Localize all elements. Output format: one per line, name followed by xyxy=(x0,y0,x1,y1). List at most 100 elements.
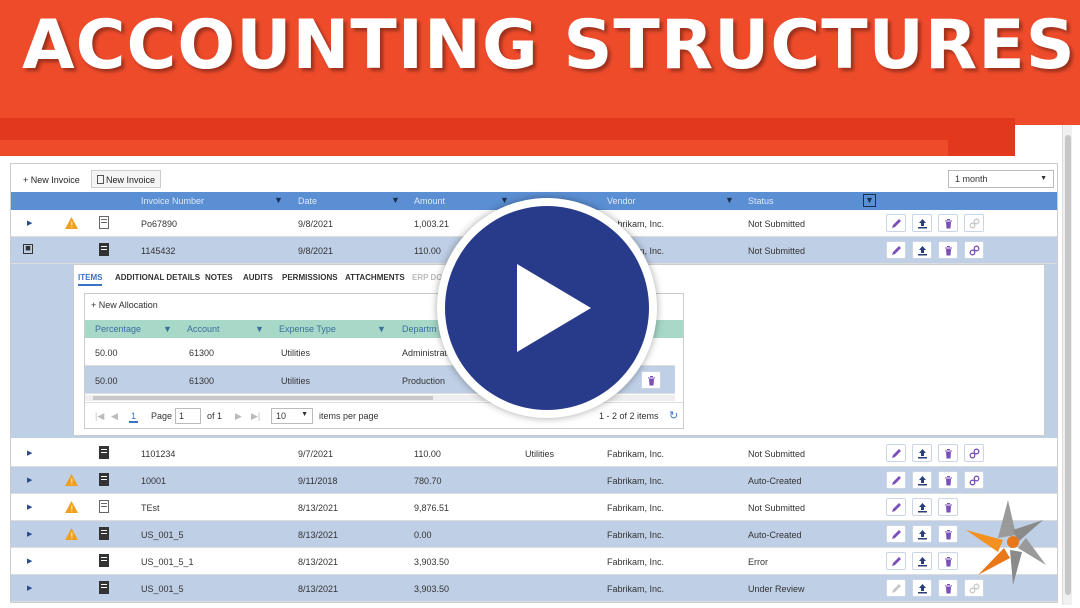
table-row[interactable]: ▶ ! TEst 8/13/2021 9,876.51 Fabrikam, In… xyxy=(11,494,1057,521)
submit-button[interactable] xyxy=(912,471,932,489)
page-label: Page xyxy=(151,411,173,421)
collapse-icon[interactable]: ◼ xyxy=(23,244,33,254)
delete-button[interactable] xyxy=(938,552,958,570)
banner-title: ACCOUNTING STRUCTURES xyxy=(22,6,1076,85)
expand-arrow-icon[interactable]: ▶ xyxy=(27,530,32,538)
edit-button[interactable] xyxy=(886,214,906,232)
link-button[interactable] xyxy=(964,444,984,462)
trash-icon xyxy=(945,449,952,459)
submit-button[interactable] xyxy=(912,552,932,570)
delete-button[interactable] xyxy=(938,471,958,489)
svg-text:!: ! xyxy=(70,221,73,230)
new-invoice-label: New Invoice xyxy=(106,175,156,185)
column-account[interactable]: Account xyxy=(187,324,220,334)
delete-button[interactable] xyxy=(938,214,958,232)
document-icon xyxy=(99,500,109,513)
tab-audits[interactable]: AUDITS xyxy=(243,273,273,282)
new-invoice-button[interactable]: + New Invoice xyxy=(17,170,86,188)
page-input[interactable]: 1 xyxy=(175,408,201,424)
edit-button-disabled[interactable] xyxy=(886,579,906,597)
toolbar: + New Invoice New Invoice 1 month ▼ xyxy=(11,168,1057,190)
edit-button[interactable] xyxy=(886,444,906,462)
tab-notes[interactable]: NOTES xyxy=(205,273,233,282)
per-page-select[interactable]: 10 ▼ xyxy=(271,408,313,424)
table-row[interactable]: ▶ 1101234 9/7/2021 110.00 Utilities Fabr… xyxy=(11,440,1057,467)
next-page-icon[interactable]: ▶ xyxy=(235,411,242,422)
document-icon xyxy=(99,446,109,459)
column-expense-type[interactable]: Expense Type xyxy=(279,324,336,334)
document-icon xyxy=(99,554,109,567)
column-invoice-number[interactable]: Invoice Number xyxy=(141,196,204,206)
column-percentage[interactable]: Percentage xyxy=(95,324,141,334)
submit-button[interactable] xyxy=(912,498,932,516)
column-department[interactable]: Departm xyxy=(402,324,437,334)
filter-icon[interactable]: ▼ xyxy=(377,324,386,334)
pencil-icon xyxy=(892,503,901,512)
submit-button[interactable] xyxy=(912,214,932,232)
invoice-date: 8/13/2021 xyxy=(298,530,339,540)
tab-permissions[interactable]: PERMISSIONS xyxy=(282,273,338,282)
refresh-icon[interactable]: ↻ xyxy=(669,409,678,422)
link-button[interactable] xyxy=(964,214,984,232)
edit-button[interactable] xyxy=(886,471,906,489)
column-status[interactable]: Status xyxy=(748,196,774,206)
delete-button[interactable] xyxy=(938,498,958,516)
filter-icon[interactable]: ▼ xyxy=(725,195,735,205)
pencil-icon xyxy=(892,449,901,458)
edit-button[interactable] xyxy=(886,498,906,516)
invoice-number: TEst xyxy=(141,503,160,513)
tab-additional-details[interactable]: ADDITIONAL DETAILS xyxy=(115,273,200,282)
expand-arrow-icon[interactable]: ▶ xyxy=(27,503,32,511)
table-row[interactable]: ▶ US_001_5 8/13/2021 3,903.50 Fabrikam, … xyxy=(11,575,1057,602)
column-date[interactable]: Date xyxy=(298,196,317,206)
expand-arrow-icon[interactable]: ▶ xyxy=(27,449,32,457)
edit-button[interactable] xyxy=(886,241,906,259)
invoice-number: 1145432 xyxy=(141,246,176,256)
submit-button[interactable] xyxy=(912,241,932,259)
tab-items[interactable]: ITEMS xyxy=(78,273,103,286)
first-page-icon[interactable]: |◀ xyxy=(95,411,104,422)
table-row[interactable]: ▶ ! 10001 9/11/2018 780.70 Fabrikam, Inc… xyxy=(11,467,1057,494)
submit-button[interactable] xyxy=(912,579,932,597)
new-invoice-button-secondary[interactable]: New Invoice xyxy=(91,170,162,188)
vertical-scrollbar[interactable] xyxy=(1062,125,1072,605)
upload-icon xyxy=(918,476,927,486)
expand-arrow-icon[interactable]: ▶ xyxy=(27,584,32,592)
period-select[interactable]: 1 month ▼ xyxy=(948,170,1054,188)
delete-button[interactable] xyxy=(938,241,958,259)
filter-icon[interactable]: ▼ xyxy=(163,324,172,334)
video-play-button[interactable] xyxy=(437,198,657,418)
link-button[interactable] xyxy=(964,471,984,489)
expand-arrow-icon[interactable]: ▶ xyxy=(27,557,32,565)
invoice-status: Error xyxy=(748,557,768,567)
new-allocation-button[interactable]: + New Allocation xyxy=(91,300,158,310)
filter-icon-active[interactable]: ▼ xyxy=(863,194,876,207)
allocation-expense-type: Utilities xyxy=(281,348,311,358)
allocation-percentage: 50.00 xyxy=(95,376,118,386)
table-row[interactable]: ▶ ! US_001_5 8/13/2021 0.00 Fabrikam, In… xyxy=(11,521,1057,548)
scrollbar-thumb[interactable] xyxy=(1065,135,1071,595)
prev-page-icon[interactable]: ◀ xyxy=(111,411,118,422)
submit-button[interactable] xyxy=(912,525,932,543)
upload-icon xyxy=(918,557,927,567)
scrollbar-thumb[interactable] xyxy=(93,396,433,400)
expand-arrow-icon[interactable]: ▶ xyxy=(27,219,32,227)
filter-icon[interactable]: ▼ xyxy=(255,324,264,334)
edit-button[interactable] xyxy=(886,525,906,543)
link-button[interactable] xyxy=(964,241,984,259)
delete-button[interactable] xyxy=(938,444,958,462)
delete-button[interactable] xyxy=(938,579,958,597)
upload-icon xyxy=(918,246,927,256)
filter-icon[interactable]: ▼ xyxy=(274,195,284,205)
invoice-amount: 780.70 xyxy=(414,476,442,486)
submit-button[interactable] xyxy=(912,444,932,462)
current-page[interactable]: 1 xyxy=(129,411,139,423)
expand-arrow-icon[interactable]: ▶ xyxy=(27,476,32,484)
last-page-icon[interactable]: ▶| xyxy=(251,411,260,422)
tab-attachments[interactable]: ATTACHMENTS xyxy=(345,273,405,282)
delete-button[interactable] xyxy=(938,525,958,543)
edit-button[interactable] xyxy=(886,552,906,570)
filter-icon[interactable]: ▼ xyxy=(391,195,401,205)
table-row[interactable]: ▶ US_001_5_1 8/13/2021 3,903.50 Fabrikam… xyxy=(11,548,1057,575)
pencil-icon xyxy=(892,246,901,255)
